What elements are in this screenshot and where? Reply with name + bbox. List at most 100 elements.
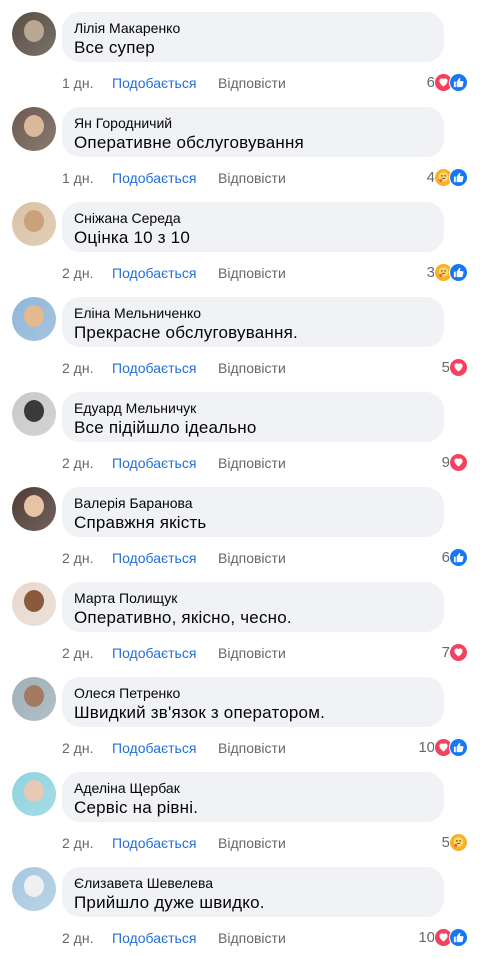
reply-button[interactable]: Відповісти — [218, 550, 286, 566]
comment-bubble: Єлизавета Шевелева Прийшло дуже швидко. — [62, 867, 444, 917]
comment-time[interactable]: 2 дн. — [62, 645, 93, 661]
comment-author[interactable]: Еліна Мельниченко — [74, 305, 201, 321]
avatar-face — [24, 780, 44, 802]
like-button[interactable]: Подобається — [112, 930, 196, 946]
comment: Валерія Баранова Справжня якість 2 дн. П… — [0, 475, 480, 570]
like-button[interactable]: Подобається — [112, 645, 196, 661]
avatar-face — [24, 495, 44, 517]
comment-text: Оцінка 10 з 10 — [74, 228, 190, 247]
avatar-face — [24, 875, 44, 897]
reactions-summary[interactable]: 5 — [442, 832, 468, 852]
avatar[interactable] — [12, 297, 56, 341]
like-reaction-icon — [449, 927, 468, 947]
comment-bubble: Еліна Мельниченко Прекрасне обслуговуван… — [62, 297, 444, 347]
reactions-summary[interactable]: 6 — [427, 72, 468, 92]
like-button[interactable]: Подобається — [112, 455, 196, 471]
comment-time[interactable]: 2 дн. — [62, 740, 93, 756]
reply-button[interactable]: Відповісти — [218, 75, 286, 91]
like-button[interactable]: Подобається — [112, 265, 196, 281]
avatar[interactable] — [12, 582, 56, 626]
like-button[interactable]: Подобається — [112, 170, 196, 186]
comment-author[interactable]: Едуард Мельничук — [74, 400, 196, 416]
comment-time[interactable]: 2 дн. — [62, 265, 93, 281]
like-button[interactable]: Подобається — [112, 550, 196, 566]
comment-text: Оперативно, якісно, чесно. — [74, 608, 292, 627]
avatar[interactable] — [12, 12, 56, 56]
like-reaction-icon — [449, 72, 468, 92]
reply-button[interactable]: Відповісти — [218, 835, 286, 851]
reaction-count: 10 — [418, 738, 435, 756]
reply-button[interactable]: Відповісти — [218, 360, 286, 376]
comment-text: Все супер — [74, 38, 155, 57]
avatar[interactable] — [12, 677, 56, 721]
comment-author[interactable]: Лілія Макаренко — [74, 20, 180, 36]
comment-bubble: Олеся Петренко Швидкий зв'язок з операто… — [62, 677, 444, 727]
reply-button[interactable]: Відповісти — [218, 265, 286, 281]
heart-reaction-icon — [449, 642, 468, 662]
reply-button[interactable]: Відповісти — [218, 740, 286, 756]
comment-time[interactable]: 1 дн. — [62, 170, 93, 186]
care-reaction-icon — [449, 832, 468, 852]
comment-text: Прекрасне обслуговування. — [74, 323, 298, 342]
avatar-face — [24, 400, 44, 422]
comment-text: Сервіс на рівні. — [74, 798, 199, 817]
comment-author[interactable]: Марта Полищук — [74, 590, 177, 606]
like-button[interactable]: Подобається — [112, 740, 196, 756]
comment: Марта Полищук Оперативно, якісно, чесно.… — [0, 570, 480, 665]
like-reaction-icon — [449, 737, 468, 757]
like-reaction-icon — [449, 547, 468, 567]
comment: Лілія Макаренко Все супер 1 дн. Подобаєт… — [0, 0, 480, 95]
comments-list: Лілія Макаренко Все супер 1 дн. Подобаєт… — [0, 0, 480, 959]
comment-time[interactable]: 2 дн. — [62, 455, 93, 471]
avatar-face — [24, 685, 44, 707]
comment-text: Оперативне обслуговування — [74, 133, 304, 152]
comment-bubble: Лілія Макаренко Все супер — [62, 12, 444, 62]
comment: Едуард Мельничук Все підійшло ідеально 2… — [0, 380, 480, 475]
comment-bubble: Валерія Баранова Справжня якість — [62, 487, 444, 537]
comment-text: Все підійшло ідеально — [74, 418, 257, 437]
heart-reaction-icon — [449, 357, 468, 377]
avatar[interactable] — [12, 487, 56, 531]
reply-button[interactable]: Відповісти — [218, 930, 286, 946]
avatar[interactable] — [12, 772, 56, 816]
like-button[interactable]: Подобається — [112, 75, 196, 91]
reply-button[interactable]: Відповісти — [218, 455, 286, 471]
reactions-summary[interactable]: 10 — [418, 737, 468, 757]
reactions-summary[interactable]: 10 — [418, 927, 468, 947]
reactions-summary[interactable]: 7 — [442, 642, 468, 662]
comment-time[interactable]: 2 дн. — [62, 360, 93, 376]
avatar[interactable] — [12, 107, 56, 151]
reply-button[interactable]: Відповісти — [218, 645, 286, 661]
comment-time[interactable]: 2 дн. — [62, 835, 93, 851]
comment: Олеся Петренко Швидкий зв'язок з операто… — [0, 665, 480, 760]
reactions-summary[interactable]: 6 — [442, 547, 468, 567]
avatar-face — [24, 590, 44, 612]
comment: Аделіна Щербак Сервіс на рівні. 2 дн. По… — [0, 760, 480, 855]
comment-author[interactable]: Олеся Петренко — [74, 685, 180, 701]
comment: Сніжана Середа Оцінка 10 з 10 2 дн. Подо… — [0, 190, 480, 285]
reactions-summary[interactable]: 5 — [442, 357, 468, 377]
comment-author[interactable]: Валерія Баранова — [74, 495, 193, 511]
comment-author[interactable]: Сніжана Середа — [74, 210, 181, 226]
reactions-summary[interactable]: 9 — [442, 452, 468, 472]
like-button[interactable]: Подобається — [112, 360, 196, 376]
like-reaction-icon — [449, 262, 468, 282]
avatar-face — [24, 115, 44, 137]
reactions-summary[interactable]: 3 — [427, 262, 468, 282]
comment-author[interactable]: Єлизавета Шевелева — [74, 875, 213, 891]
reply-button[interactable]: Відповісти — [218, 170, 286, 186]
comment-time[interactable]: 1 дн. — [62, 75, 93, 91]
comment-bubble: Едуард Мельничук Все підійшло ідеально — [62, 392, 444, 442]
like-reaction-icon — [449, 167, 468, 187]
avatar[interactable] — [12, 867, 56, 911]
like-button[interactable]: Подобається — [112, 835, 196, 851]
avatar[interactable] — [12, 392, 56, 436]
comment-time[interactable]: 2 дн. — [62, 930, 93, 946]
comment-author[interactable]: Аделіна Щербак — [74, 780, 180, 796]
comment-bubble: Ян Городничий Оперативне обслуговування — [62, 107, 444, 157]
comment-author[interactable]: Ян Городничий — [74, 115, 172, 131]
reactions-summary[interactable]: 4 — [427, 167, 468, 187]
avatar[interactable] — [12, 202, 56, 246]
comment-time[interactable]: 2 дн. — [62, 550, 93, 566]
avatar-face — [24, 210, 44, 232]
